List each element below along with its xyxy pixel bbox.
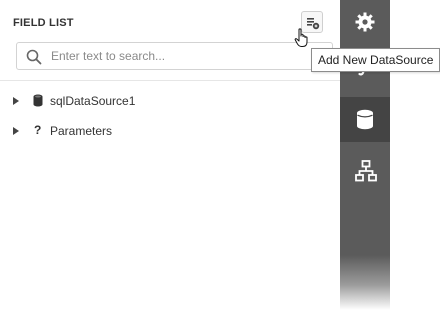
divider bbox=[0, 80, 340, 81]
search-icon bbox=[26, 49, 42, 65]
panel-title: FIELD LIST bbox=[13, 17, 74, 29]
field-list-panel: FIELD LIST sqlDataSource1 bbox=[0, 0, 340, 310]
question-mark-icon: ? bbox=[34, 123, 42, 137]
gear-icon bbox=[355, 12, 375, 32]
tree-item-label: Parameters bbox=[50, 124, 113, 138]
expand-arrow-icon[interactable] bbox=[13, 97, 19, 105]
sidebar-item-report-explorer[interactable] bbox=[340, 148, 390, 193]
search-field[interactable] bbox=[16, 42, 333, 70]
right-sidebar bbox=[340, 0, 390, 310]
database-icon bbox=[33, 94, 43, 107]
tree-item-parameters[interactable]: ? Parameters bbox=[10, 122, 310, 140]
tooltip: Add New DataSource bbox=[311, 48, 440, 72]
expand-arrow-icon[interactable] bbox=[13, 127, 19, 135]
database-icon bbox=[357, 109, 373, 130]
sidebar-item-field-list[interactable] bbox=[340, 97, 390, 142]
search-input[interactable] bbox=[51, 48, 321, 64]
tree-item-label: sqlDataSource1 bbox=[50, 94, 136, 108]
hierarchy-icon bbox=[355, 160, 377, 182]
tree-item-sqldatasource1[interactable]: sqlDataSource1 bbox=[10, 92, 310, 110]
hand-cursor-icon bbox=[294, 28, 308, 47]
sidebar-item-properties[interactable] bbox=[340, 0, 390, 45]
